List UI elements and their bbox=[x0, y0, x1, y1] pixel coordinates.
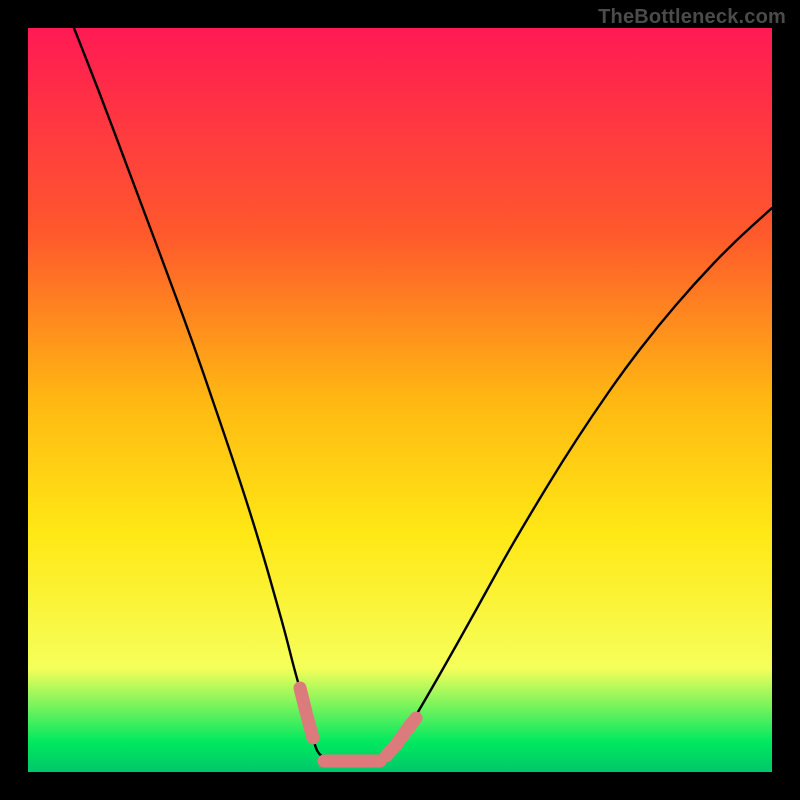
gradient-background bbox=[28, 28, 772, 772]
plot-container bbox=[28, 28, 772, 772]
watermark-text: TheBottleneck.com bbox=[598, 6, 786, 29]
marker-segment bbox=[307, 716, 313, 738]
app-frame: TheBottleneck.com bbox=[0, 0, 800, 800]
marker-segment bbox=[300, 688, 306, 712]
marker-segment bbox=[408, 718, 416, 729]
bottleneck-plot bbox=[28, 28, 772, 772]
